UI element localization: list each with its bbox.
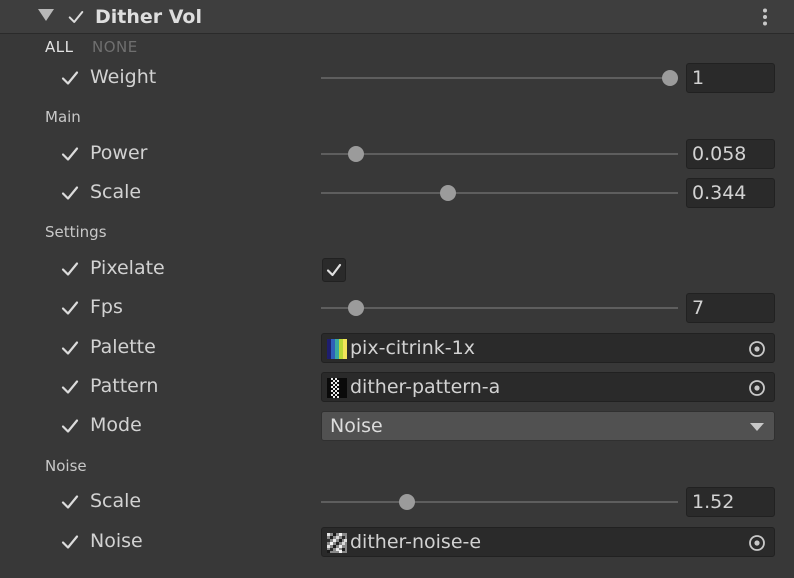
fps-label: Fps xyxy=(90,296,123,318)
mode-label: Mode xyxy=(90,414,142,436)
override-checkbox-noise-texture[interactable] xyxy=(60,532,80,552)
override-checkbox-weight[interactable] xyxy=(60,68,80,88)
power-value-field[interactable]: 0.058 xyxy=(686,139,775,169)
fps-slider[interactable] xyxy=(321,291,678,325)
object-picker-icon[interactable] xyxy=(747,533,767,553)
section-header-noise: Noise xyxy=(45,457,87,475)
palette-object-field[interactable]: pix-citrink-1x xyxy=(321,333,775,363)
pattern-label: Pattern xyxy=(90,375,159,397)
main-scale-label: Scale xyxy=(90,181,142,203)
pattern-object-field[interactable]: dither-pattern-a xyxy=(321,372,775,402)
noise-texture-label: Noise xyxy=(90,530,143,552)
checkmark-icon xyxy=(61,301,79,315)
row-palette: Palette pix-citrink-1x xyxy=(0,331,794,365)
object-picker-icon[interactable] xyxy=(747,339,767,359)
slider-thumb[interactable] xyxy=(348,146,365,162)
row-pixelate: Pixelate xyxy=(0,252,794,286)
override-checkbox-pixelate[interactable] xyxy=(60,259,80,279)
dropdown-arrow-icon xyxy=(750,423,764,431)
palette-label: Palette xyxy=(90,336,156,358)
weight-slider[interactable] xyxy=(321,61,678,95)
row-fps: Fps 7 xyxy=(0,291,794,325)
noise-texture-thumbnail-icon xyxy=(327,533,347,553)
override-checkbox-main-scale[interactable] xyxy=(60,183,80,203)
override-checkbox-power[interactable] xyxy=(60,144,80,164)
foldout-triangle-icon[interactable] xyxy=(38,9,54,21)
noise-asset-name: dither-noise-e xyxy=(350,531,482,553)
checkmark-icon xyxy=(68,11,84,23)
slider-thumb[interactable] xyxy=(440,185,457,201)
object-picker-icon[interactable] xyxy=(747,378,767,398)
override-checkbox-noise-scale[interactable] xyxy=(60,492,80,512)
row-noise-texture: Noise dither-noise-e xyxy=(0,525,794,559)
section-header-main: Main xyxy=(45,108,81,126)
noise-scale-label: Scale xyxy=(90,490,142,512)
component-enable-checkbox[interactable] xyxy=(67,8,85,26)
row-weight: Weight 1 xyxy=(0,61,794,95)
slider-track xyxy=(321,153,678,155)
section-header-settings: Settings xyxy=(45,223,107,241)
component-header: Dither Vol xyxy=(0,0,794,34)
pixelate-label: Pixelate xyxy=(90,257,165,279)
checkmark-icon xyxy=(61,419,79,433)
main-scale-slider[interactable] xyxy=(321,176,678,210)
checkmark-icon xyxy=(61,147,79,161)
checkmark-icon xyxy=(61,262,79,276)
slider-thumb[interactable] xyxy=(662,70,678,86)
noise-object-field[interactable]: dither-noise-e xyxy=(321,527,775,557)
slider-track xyxy=(321,501,678,503)
checkmark-icon xyxy=(326,263,342,277)
override-checkbox-fps[interactable] xyxy=(60,298,80,318)
row-main-scale: Scale 0.344 xyxy=(0,176,794,210)
checkmark-icon xyxy=(61,380,79,394)
row-pattern: Pattern dither-pattern-a xyxy=(0,370,794,404)
checkmark-icon xyxy=(61,341,79,355)
override-checkbox-palette[interactable] xyxy=(60,338,80,358)
mode-dropdown[interactable]: Noise xyxy=(321,411,775,441)
row-power: Power 0.058 xyxy=(0,137,794,171)
weight-value-field[interactable]: 1 xyxy=(686,63,775,93)
checkmark-icon xyxy=(61,495,79,509)
row-mode: Mode Noise xyxy=(0,409,794,443)
checkmark-icon xyxy=(61,71,79,85)
power-slider[interactable] xyxy=(321,137,678,171)
pattern-texture-thumbnail-icon xyxy=(327,378,347,398)
noise-scale-slider[interactable] xyxy=(321,485,678,519)
override-checkbox-pattern[interactable] xyxy=(60,377,80,397)
override-checkbox-mode[interactable] xyxy=(60,416,80,436)
slider-track xyxy=(321,307,678,309)
dither-volume-inspector: Dither Vol ALL NONE Weight 1 Main Power xyxy=(0,0,794,578)
component-title: Dither Vol xyxy=(95,6,202,28)
noise-scale-value-field[interactable]: 1.52 xyxy=(686,487,775,517)
fps-value-field[interactable]: 7 xyxy=(686,293,775,323)
mode-selected-value: Noise xyxy=(330,415,383,437)
palette-asset-name: pix-citrink-1x xyxy=(350,337,475,359)
power-label: Power xyxy=(90,142,148,164)
checkmark-icon xyxy=(61,186,79,200)
slider-thumb[interactable] xyxy=(399,494,416,510)
slider-track xyxy=(321,77,678,79)
checkmark-icon xyxy=(61,535,79,549)
select-none-button[interactable]: NONE xyxy=(92,38,138,56)
slider-track xyxy=(321,192,678,194)
row-noise-scale: Scale 1.52 xyxy=(0,485,794,519)
select-all-button[interactable]: ALL xyxy=(45,38,73,56)
pixelate-toggle[interactable] xyxy=(322,258,346,282)
context-menu-icon[interactable] xyxy=(757,7,773,27)
main-scale-value-field[interactable]: 0.344 xyxy=(686,178,775,208)
pattern-asset-name: dither-pattern-a xyxy=(350,376,501,398)
weight-label: Weight xyxy=(90,66,157,88)
palette-texture-thumbnail-icon xyxy=(327,339,347,359)
slider-thumb[interactable] xyxy=(348,300,365,316)
